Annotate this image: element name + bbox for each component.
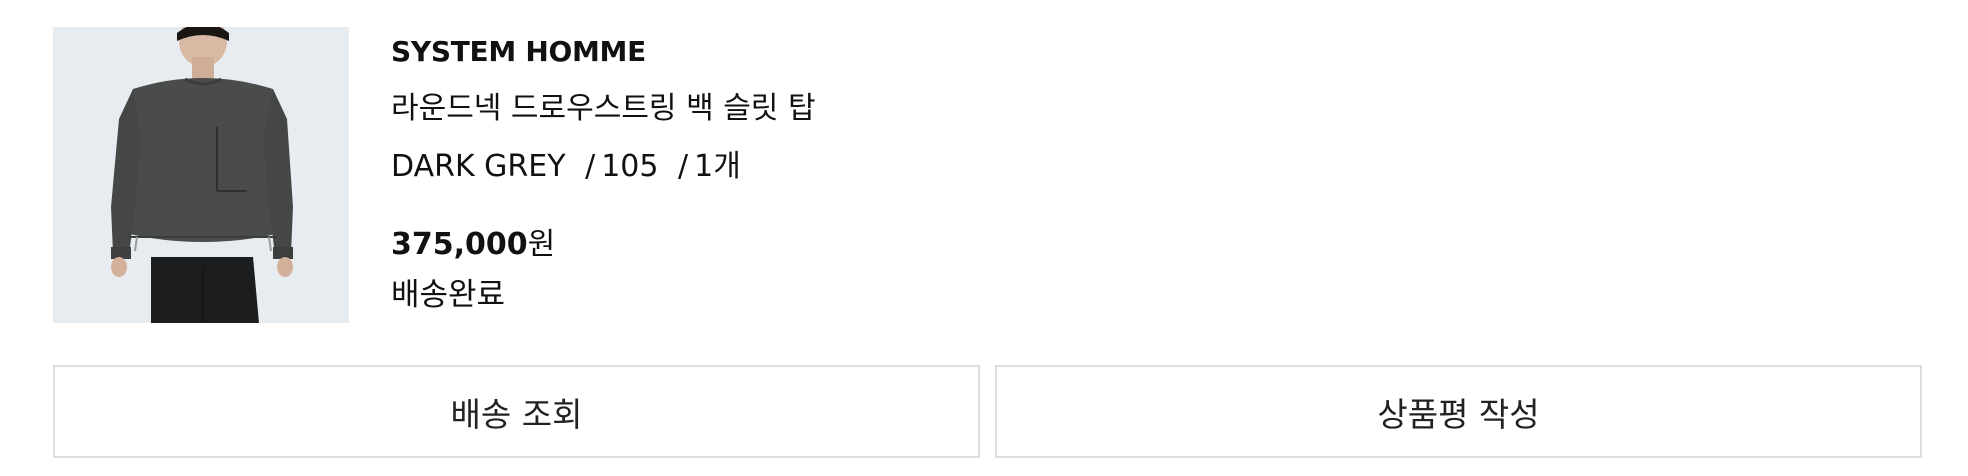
option-separator: / [678,149,689,184]
order-status: 배송완료 [391,277,506,313]
write-review-button[interactable]: 상품평 작성 [995,365,1922,458]
track-delivery-button[interactable]: 배송 조회 [53,365,980,458]
brand-name[interactable]: SYSTEM HOMME [391,35,646,68]
price-unit: 원 [527,227,556,262]
option-size: 105 [601,149,659,184]
order-item-card: SYSTEM HOMME 라운드넥 드로우스트링 백 슬릿 탑 DARK GRE… [0,0,1968,476]
option-separator: / [585,149,596,184]
product-price: 375,000원 [391,219,555,263]
price-amount: 375,000 [391,227,528,262]
option-quantity: 1개 [694,149,741,184]
option-color: DARK GREY [391,149,566,184]
product-photo [53,27,349,323]
product-thumbnail[interactable] [53,27,349,323]
product-name[interactable]: 라운드넥 드로우스트링 백 슬릿 탑 [391,83,816,127]
product-options: DARK GREY /105 /1개 [391,141,741,185]
